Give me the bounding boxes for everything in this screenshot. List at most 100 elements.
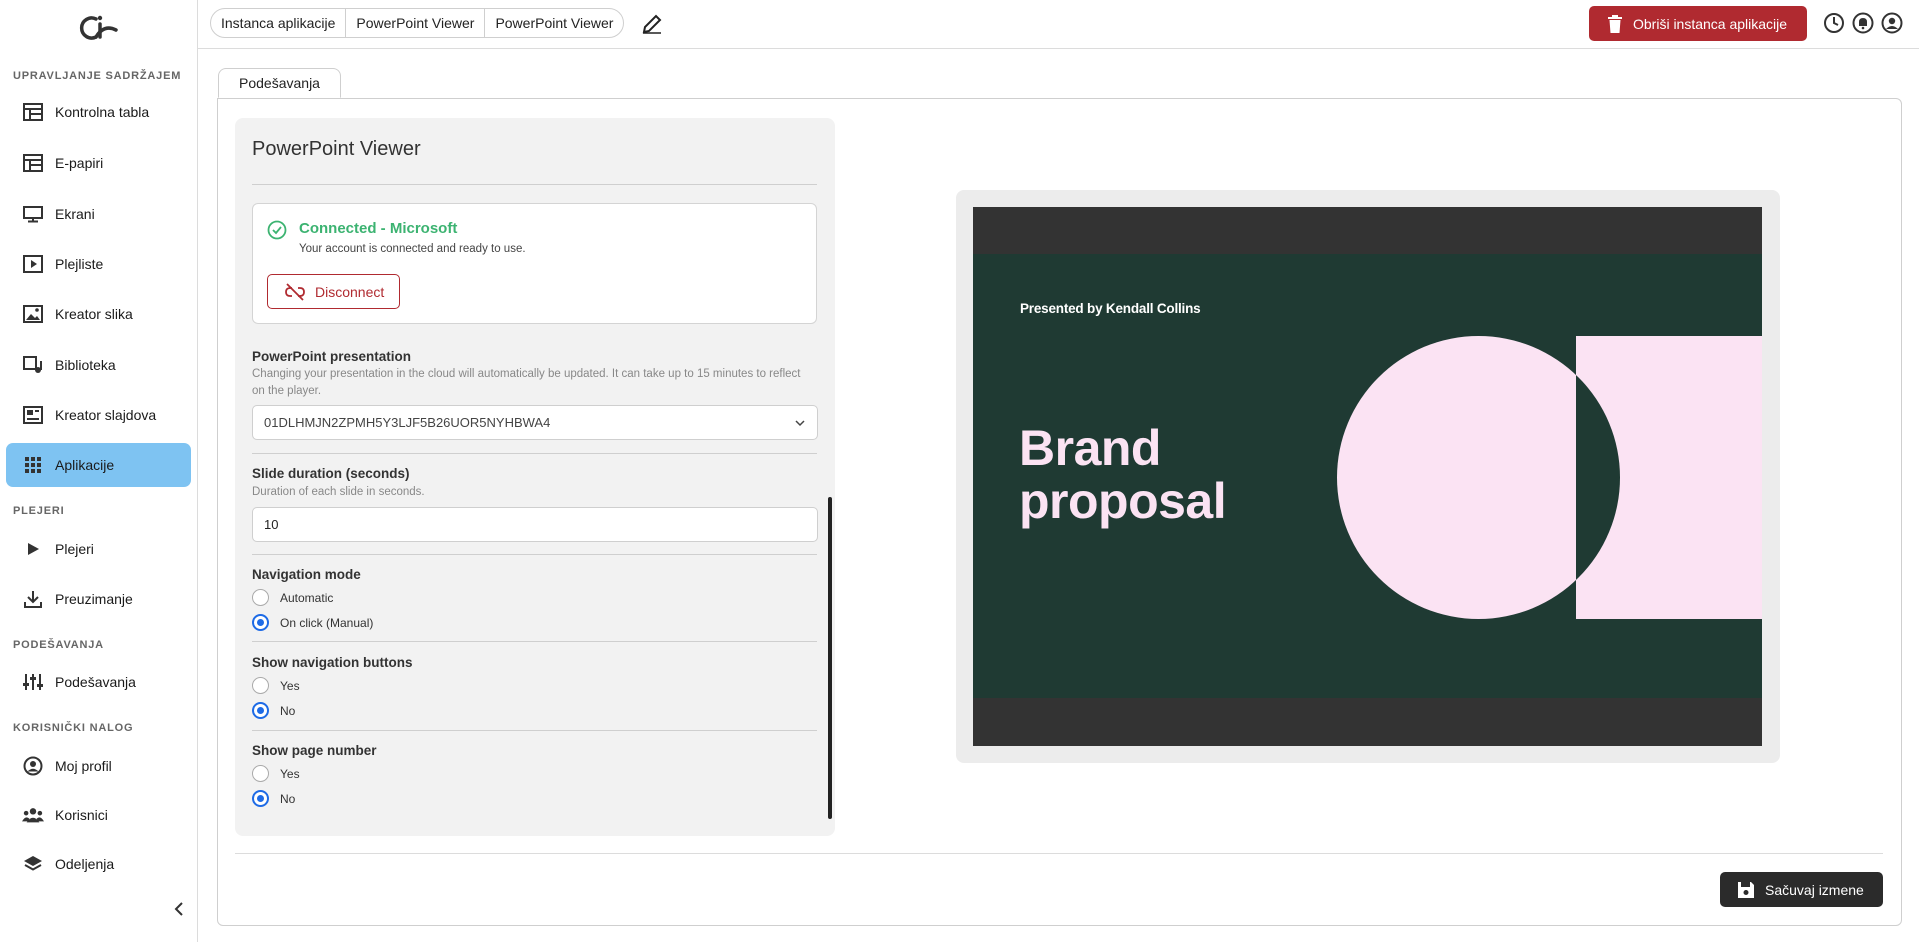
radio-label: On click (Manual) — [280, 615, 374, 630]
sidebar-item-library[interactable]: Biblioteka — [6, 343, 191, 387]
profile-icon — [22, 755, 44, 777]
sidebar-item-download[interactable]: Preuzimanje — [6, 577, 191, 621]
divider — [235, 853, 1883, 854]
monitor-icon — [22, 203, 44, 225]
sidebar-item-screens[interactable]: Ekrani — [6, 192, 191, 236]
duration-input[interactable] — [252, 507, 818, 542]
topbar: Instanca aplikacije PowerPoint Viewer Po… — [198, 0, 1919, 49]
radio-nav-buttons-no[interactable]: No — [252, 702, 295, 719]
settings-scrollbar[interactable] — [828, 497, 832, 819]
sidebar-item-players[interactable]: Plejeri — [6, 527, 191, 571]
sidebar-item-slide-creator[interactable]: Kreator slajdova — [6, 393, 191, 437]
section-heading-content: UPRAVLJANJE SADRŽAJEM — [13, 70, 182, 82]
radio-label: No — [280, 791, 296, 806]
sidebar-item-label: Aplikacije — [55, 457, 115, 473]
delete-instance-button[interactable]: Obriši instanca aplikacije — [1589, 6, 1807, 41]
breadcrumb-item[interactable]: Instanca aplikacije — [211, 9, 347, 37]
save-changes-button[interactable]: Sačuvaj izmene — [1720, 872, 1883, 907]
layers-icon — [22, 853, 44, 875]
divider — [252, 554, 817, 555]
slide-overlap-shape — [1576, 336, 1620, 619]
radio-label: Automatic — [280, 590, 334, 605]
sidebar-item-profile[interactable]: Moj profil — [6, 744, 191, 788]
collapse-sidebar-icon[interactable] — [170, 900, 188, 918]
presentation-label: PowerPoint presentation — [252, 349, 412, 364]
slide-headline-line: Brand — [1019, 420, 1161, 476]
sidebar-item-dashboard[interactable]: Kontrolna tabla — [6, 90, 191, 134]
slide-content: Presented by Kendall Collins Brand propo… — [973, 254, 1762, 698]
radio-button-selected[interactable] — [252, 702, 269, 719]
sidebar-item-departments[interactable]: Odeljenja — [6, 842, 191, 886]
sidebar-item-label: Odeljenja — [55, 856, 115, 872]
connection-status-box: Connected - Microsoft Your account is co… — [252, 203, 817, 324]
sidebar-item-label: Kontrolna tabla — [55, 104, 150, 120]
save-changes-label: Sačuvaj izmene — [1765, 881, 1864, 898]
radio-page-number-yes[interactable]: Yes — [252, 765, 300, 782]
radio-label: Yes — [280, 678, 300, 693]
dashboard-icon — [22, 101, 44, 123]
app-logo — [79, 15, 118, 40]
radio-button[interactable] — [252, 765, 269, 782]
disconnect-button[interactable]: Disconnect — [267, 274, 400, 309]
radio-button[interactable] — [252, 589, 269, 606]
trash-icon — [1608, 14, 1622, 33]
section-heading-settings: PODEŠAVANJA — [13, 639, 104, 651]
breadcrumb-item[interactable]: PowerPoint Viewer — [485, 9, 623, 37]
presentation-help: Changing your presentation in the cloud … — [252, 368, 801, 397]
sidebar-item-label: Plejeri — [55, 541, 94, 557]
users-icon — [22, 804, 44, 826]
sidebar-item-image-creator[interactable]: Kreator slika — [6, 292, 191, 336]
navigation-mode-label: Navigation mode — [252, 567, 361, 582]
radio-button-selected[interactable] — [252, 614, 269, 631]
sidebar-item-label: Kreator slika — [55, 306, 133, 322]
sidebar-item-label: Moj profil — [55, 758, 112, 774]
sidebar-item-label: Biblioteka — [55, 357, 116, 373]
connection-title: Connected - Microsoft — [299, 220, 458, 237]
presentation-value: 01DLHMJN2ZPMH5Y3LJF5B26UOR5NYHBWA4 — [264, 415, 551, 430]
radio-label: Yes — [280, 766, 300, 781]
slides-icon — [22, 404, 44, 426]
sidebar-item-label: Kreator slajdova — [55, 407, 157, 423]
radio-automatic[interactable]: Automatic — [252, 589, 333, 606]
sidebar-item-playlists[interactable]: Plejliste — [6, 242, 191, 286]
radio-button-selected[interactable] — [252, 790, 269, 807]
sidebar-item-settings[interactable]: Podešavanja — [6, 660, 191, 704]
settings-card: PowerPoint Viewer Connected - Microsoft … — [235, 118, 835, 836]
divider — [252, 184, 817, 185]
edit-pencil-icon[interactable] — [640, 12, 664, 36]
history-clock-icon[interactable] — [1823, 12, 1845, 34]
library-icon — [22, 354, 44, 376]
settings-title: PowerPoint Viewer — [252, 138, 421, 160]
sidebar-item-label: Podešavanja — [55, 674, 136, 690]
floppy-disk-icon — [1738, 881, 1754, 898]
sidebar-item-label: Preuzimanje — [55, 591, 133, 607]
section-heading-account: KORISNIČKI NALOG — [13, 722, 134, 734]
radio-button[interactable] — [252, 677, 269, 694]
breadcrumb: Instanca aplikacije PowerPoint Viewer Po… — [210, 8, 625, 38]
tab-settings[interactable]: Podešavanja — [218, 68, 341, 98]
notifications-bell-icon[interactable] — [1852, 12, 1874, 34]
radio-page-number-no[interactable]: No — [252, 790, 295, 807]
sliders-icon — [22, 671, 44, 693]
slide-preview: Presented by Kendall Collins Brand propo… — [973, 207, 1762, 746]
radio-on-click[interactable]: On click (Manual) — [252, 614, 373, 631]
sidebar-item-users[interactable]: Korisnici — [6, 793, 191, 837]
radio-nav-buttons-yes[interactable]: Yes — [252, 677, 300, 694]
divider — [252, 641, 817, 642]
sidebar: UPRAVLJANJE SADRŽAJEM Kontrolna tabla E-… — [0, 0, 198, 942]
radio-label: No — [280, 703, 296, 718]
presentation-select[interactable]: 01DLHMJN2ZPMH5Y3LJF5B26UOR5NYHBWA4 — [252, 405, 818, 440]
account-avatar-icon[interactable] — [1881, 12, 1903, 34]
divider — [252, 453, 817, 454]
slide-headline-line: proposal — [1019, 473, 1227, 529]
nav-buttons-label: Show navigation buttons — [252, 655, 413, 670]
duration-label: Slide duration (seconds) — [252, 466, 410, 481]
breadcrumb-item[interactable]: PowerPoint Viewer — [346, 9, 486, 37]
slide-headline: Brand proposal — [1019, 420, 1227, 529]
page-number-label: Show page number — [252, 743, 377, 758]
sidebar-item-epaper[interactable]: E-papiri — [6, 141, 191, 185]
sidebar-item-label: Plejliste — [55, 256, 104, 272]
slide-presenter: Presented by Kendall Collins — [1020, 301, 1201, 316]
sidebar-item-apps[interactable]: Aplikacije — [6, 443, 191, 487]
section-heading-players: PLEJERI — [13, 505, 65, 517]
